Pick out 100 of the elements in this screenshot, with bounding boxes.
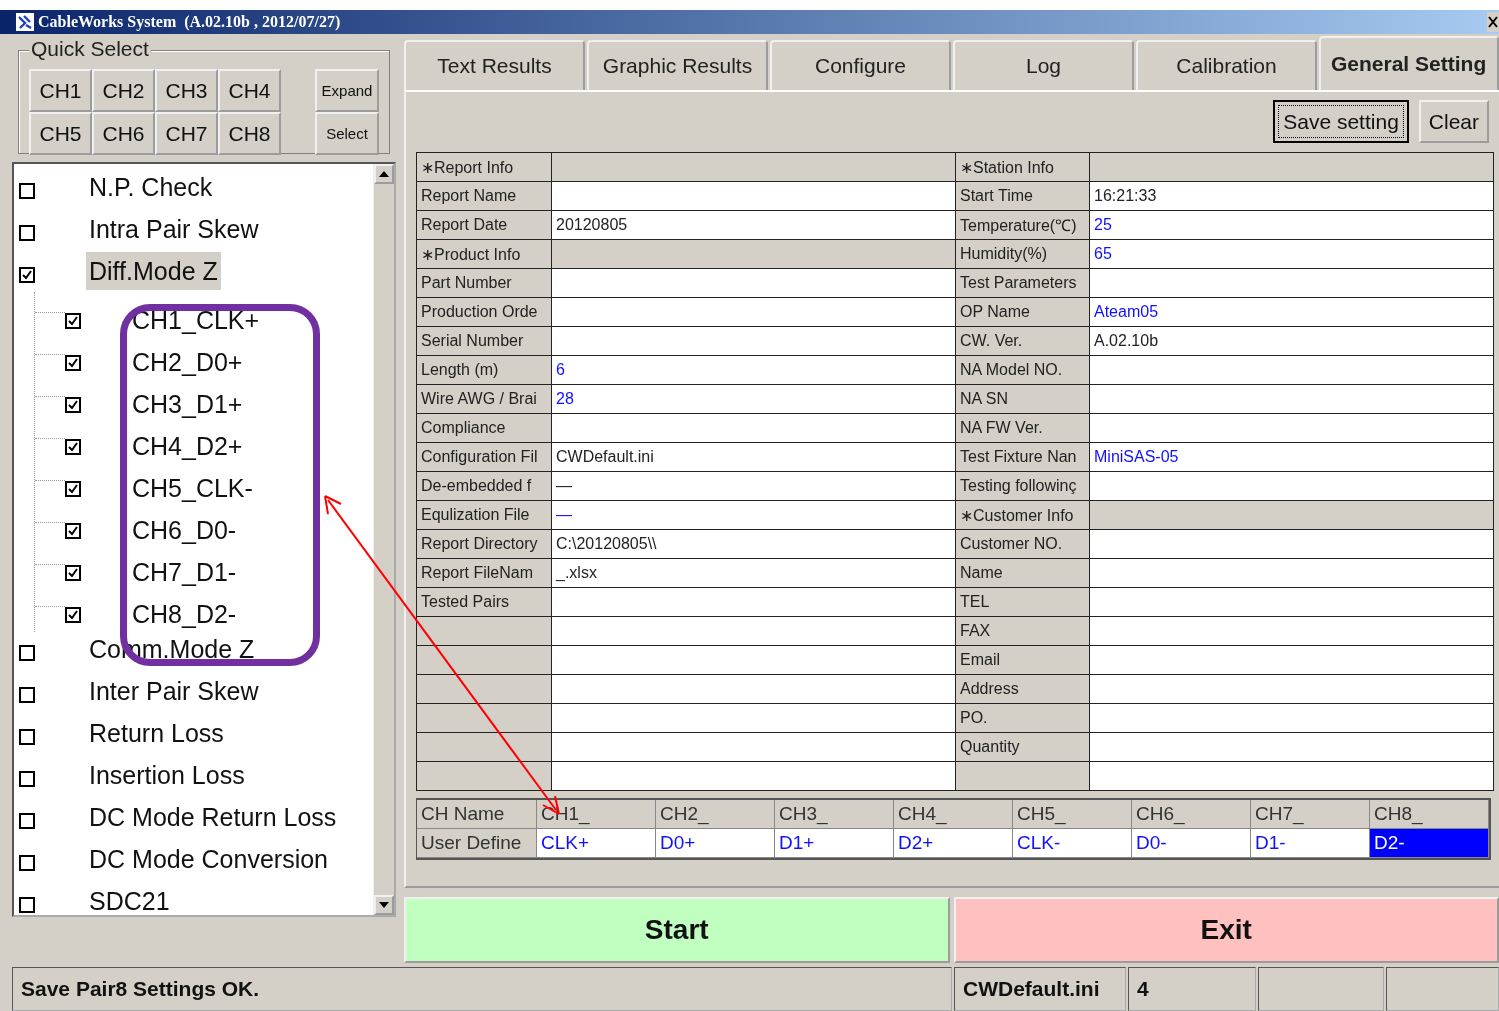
channel-value[interactable]: CLK+ (537, 829, 656, 858)
tree-item[interactable]: SDC21 (86, 882, 173, 915)
checkbox[interactable] (19, 771, 35, 787)
checkbox[interactable] (19, 855, 35, 871)
field-value[interactable] (1090, 617, 1494, 646)
field-value[interactable] (552, 298, 956, 327)
field-value[interactable] (552, 414, 956, 443)
field-value[interactable]: — (552, 501, 956, 530)
checkbox[interactable] (65, 523, 81, 539)
field-value[interactable]: 25 (1090, 211, 1494, 240)
checkbox[interactable] (19, 183, 35, 199)
channel-value[interactable]: D0+ (656, 829, 775, 858)
checkbox[interactable] (19, 267, 35, 283)
checkbox[interactable] (19, 813, 35, 829)
checkbox[interactable] (65, 313, 81, 329)
channel-button[interactable]: CH2 (92, 69, 155, 112)
channel-button[interactable]: CH1 (29, 69, 92, 112)
tree-item[interactable]: CH4_D2+ (129, 432, 246, 460)
channel-button[interactable]: CH5 (29, 112, 92, 155)
tab[interactable]: Configure (770, 40, 951, 90)
field-value[interactable]: CWDefault.ini (552, 443, 956, 472)
checkbox[interactable] (19, 897, 35, 913)
checkbox[interactable] (65, 397, 81, 413)
field-value[interactable]: _.xlsx (552, 559, 956, 588)
field-value[interactable] (1090, 530, 1494, 559)
field-label: Wire AWG / Brai (417, 385, 552, 414)
tab[interactable]: Text Results (404, 40, 585, 90)
field-value[interactable] (552, 182, 956, 211)
field-value[interactable] (1090, 675, 1494, 704)
field-value[interactable] (1090, 356, 1494, 385)
field-value[interactable] (1090, 588, 1494, 617)
checkbox[interactable] (19, 645, 35, 661)
tab[interactable]: Log (953, 40, 1134, 90)
tree-item[interactable]: Intra Pair Skew (86, 210, 262, 248)
checkbox[interactable] (65, 355, 81, 371)
channel-button[interactable]: CH3 (155, 69, 218, 112)
tab[interactable]: Calibration (1136, 40, 1317, 90)
field-value[interactable]: A.02.10b (1090, 327, 1494, 356)
tree-item[interactable]: N.P. Check (86, 168, 216, 206)
tree-item[interactable]: Return Loss (86, 714, 227, 752)
tree-item[interactable]: CH3_D1+ (129, 390, 246, 418)
field-value[interactable] (1090, 733, 1494, 762)
tree-item[interactable]: CH5_CLK- (129, 474, 256, 502)
close-button[interactable] (1487, 12, 1499, 32)
channel-button[interactable]: CH4 (218, 69, 281, 112)
field-value[interactable] (552, 327, 956, 356)
field-value[interactable] (1090, 646, 1494, 675)
checkbox[interactable] (19, 687, 35, 703)
field-value[interactable] (1090, 269, 1494, 298)
channel-button[interactable]: CH6 (92, 112, 155, 155)
field-value[interactable] (1090, 704, 1494, 733)
field-value[interactable] (552, 588, 956, 617)
field-value[interactable] (1090, 472, 1494, 501)
quick-button[interactable]: Expand (315, 69, 379, 112)
tab[interactable]: Graphic Results (587, 40, 768, 90)
checkbox[interactable] (65, 565, 81, 581)
tree-item[interactable]: Diff.Mode Z (86, 252, 221, 290)
toolbar-button[interactable]: Save setting (1273, 100, 1409, 143)
channel-value[interactable]: D0- (1132, 829, 1251, 858)
channel-value[interactable]: D1+ (775, 829, 894, 858)
exit-button[interactable]: Exit (953, 897, 1499, 963)
field-value[interactable]: 20120805 (552, 211, 956, 240)
field-value[interactable] (552, 269, 956, 298)
tree-item[interactable]: DC Mode Conversion (86, 840, 331, 878)
checkbox[interactable] (65, 607, 81, 623)
tree-item[interactable]: CH8_D2- (129, 600, 240, 628)
field-value[interactable]: Ateam05 (1090, 298, 1494, 327)
field-value[interactable]: 6 (552, 356, 956, 385)
checkbox[interactable] (19, 729, 35, 745)
tree-item[interactable]: CH1_CLK+ (129, 306, 263, 334)
channel-button[interactable]: CH7 (155, 112, 218, 155)
channel-value[interactable]: D1- (1251, 829, 1370, 858)
checkbox[interactable] (65, 481, 81, 497)
scrollbar[interactable] (373, 164, 394, 915)
field-label: Length (m) (417, 356, 552, 385)
field-value[interactable] (1090, 385, 1494, 414)
tree-item[interactable]: CH7_D1- (129, 558, 240, 586)
quick-button[interactable]: Select (315, 112, 379, 155)
tree-item[interactable]: DC Mode Return Loss (86, 798, 340, 836)
checkbox[interactable] (19, 225, 35, 241)
toolbar-button[interactable]: Clear (1418, 100, 1489, 143)
checkbox[interactable] (65, 439, 81, 455)
field-value[interactable]: 16:21:33 (1090, 182, 1494, 211)
field-value[interactable] (1090, 414, 1494, 443)
channel-value[interactable]: CLK- (1013, 829, 1132, 858)
tree-item[interactable]: Inter Pair Skew (86, 672, 262, 710)
field-value[interactable]: 28 (552, 385, 956, 414)
field-value[interactable]: — (552, 472, 956, 501)
start-button[interactable]: Start (404, 897, 950, 963)
field-value[interactable]: 65 (1090, 240, 1494, 269)
tab[interactable]: General Setting (1319, 36, 1499, 90)
channel-button[interactable]: CH8 (218, 112, 281, 155)
field-value[interactable]: MiniSAS-05 (1090, 443, 1494, 472)
field-value[interactable]: C:\20120805\\ (552, 530, 956, 559)
channel-value[interactable]: D2+ (894, 829, 1013, 858)
tree-item[interactable]: CH6_D0- (129, 516, 240, 544)
field-value[interactable] (1090, 559, 1494, 588)
channel-value[interactable]: D2- (1370, 829, 1489, 858)
tree-item[interactable]: Insertion Loss (86, 756, 248, 794)
tree-item[interactable]: CH2_D0+ (129, 348, 246, 376)
